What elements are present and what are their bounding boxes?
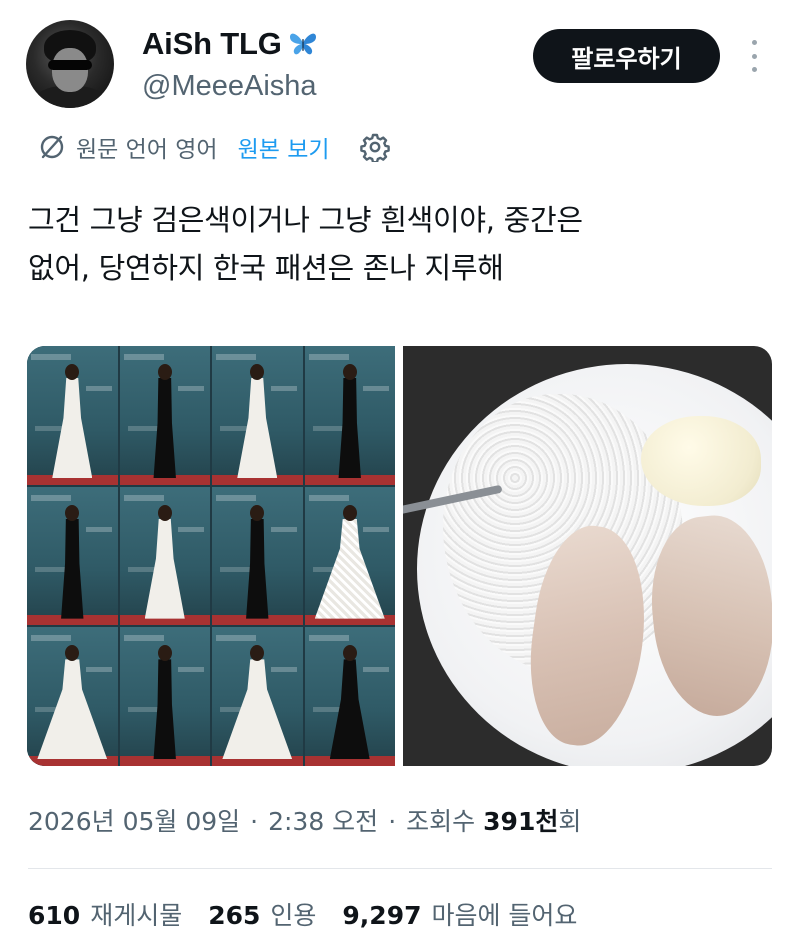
tweet-text: 그건 그냥 검은색이거나 그냥 흰색이야, 중간은 없어, 당연하지 한국 패션… [28,196,768,292]
butterfly-icon [289,33,316,55]
avatar[interactable] [26,20,114,108]
tweet-header: AiSh TLG @MeeeAisha 팔로우하기 [0,0,800,120]
collage-photo [119,486,210,626]
collage-photo [27,346,118,485]
collage-photo [27,627,118,766]
collage-grid [27,346,395,766]
media-image-rice-and-chicken-plate[interactable] [403,346,772,766]
tweet-text-line: 그건 그냥 검은색이거나 그냥 흰색이야, 중간은 [28,203,583,237]
show-original-link[interactable]: 원본 보기 [238,130,330,164]
tweet-date[interactable]: 2026년 05월 09일 [28,802,240,838]
tweet-text-line: 없어, 당연하지 한국 패션은 존나 지루해 [28,251,504,285]
reposts-stat[interactable]: 610 재게시물 [28,896,182,932]
views-count[interactable]: 391천 [483,802,558,838]
follow-button[interactable]: 팔로우하기 [533,29,720,83]
reposts-count: 610 [28,901,81,930]
more-vertical-icon[interactable] [748,40,760,72]
more-dot [751,40,757,45]
quotes-stat[interactable]: 265 인용 [208,896,316,932]
gear-icon[interactable] [359,132,390,162]
likes-count: 9,297 [342,901,422,930]
collage-photo [27,486,118,626]
globe-off-icon [40,135,64,159]
quotes-count: 265 [208,901,261,930]
likes-stat[interactable]: 9,297 마음에 들어요 [342,896,577,932]
meta-separator: · [388,807,397,836]
tweet-time[interactable]: 2:38 오전 [268,802,378,838]
media-image-red-carpet-collage[interactable] [27,346,395,766]
likes-label: 마음에 들어요 [431,901,578,930]
collage-photo [304,346,395,485]
reposts-label: 재게시물 [90,901,183,930]
mayonnaise [641,416,761,506]
collage-photo [119,627,210,766]
tweet-meta: 2026년 05월 09일 · 2:38 오전 · 조회수 391천 회 [28,802,581,838]
author-display-name[interactable]: AiSh TLG [142,26,318,62]
avatar-face [52,48,88,92]
translation-bar: 원문 언어 영어 원본 보기 [38,130,390,164]
collage-photo [212,486,303,626]
collage-photo [212,346,303,485]
collage-photo [212,627,303,766]
avatar-sunglasses [48,60,92,70]
collage-photo [304,486,395,626]
more-dot [751,53,757,59]
tweet-media [27,346,772,766]
quotes-label: 인용 [270,901,317,930]
views-suffix: 회 [558,807,582,836]
translation-source-text: 원문 언어 영어 [76,137,218,163]
author-handle[interactable]: @MeeeAisha [142,70,317,103]
collage-photo [304,627,395,766]
divider [28,868,772,869]
more-dot [751,67,757,72]
author-name-text[interactable]: AiSh TLG [142,26,282,62]
collage-photo [119,346,210,485]
engagement-stats: 610 재게시물 265 인용 9,297 마음에 들어요 [28,896,603,932]
meta-separator: · [250,807,259,836]
views-label: 조회수 [406,807,476,836]
